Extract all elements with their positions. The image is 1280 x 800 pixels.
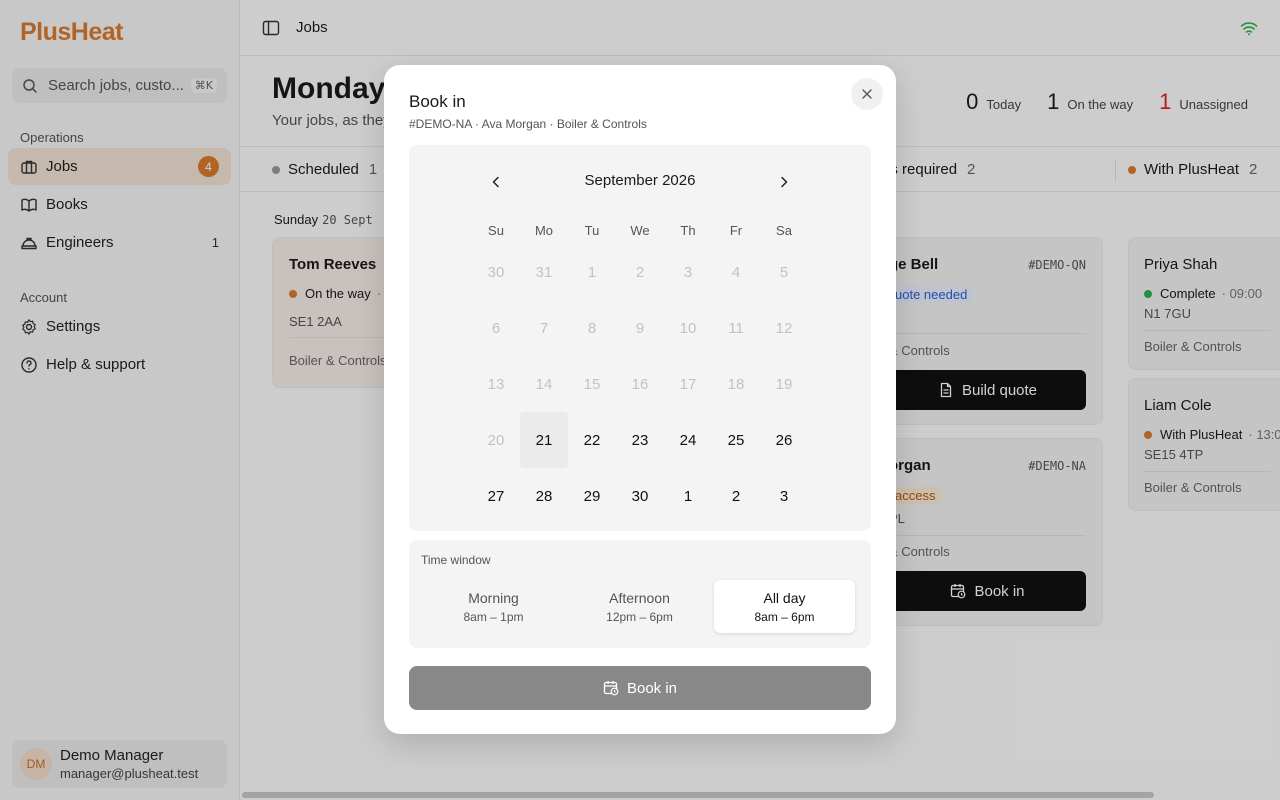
- time-option-all-day[interactable]: All day 8am – 6pm: [714, 580, 855, 633]
- calendar-day: 31: [535, 263, 553, 281]
- calendar-days: 30 31 1 2 3 4 5 6 7 8 9 10 11 12 13 14 15 16 17 18 19 20 21 22 2…: [472, 244, 808, 524]
- time-window: Time window Morning 8am – 1pm Afternoon …: [409, 540, 871, 648]
- calendar-day[interactable]: 25: [712, 412, 760, 468]
- calendar-day: 19: [775, 375, 793, 393]
- calendar-day: 13: [487, 375, 505, 393]
- close-icon: [862, 89, 872, 99]
- calendar-day[interactable]: 3: [760, 468, 808, 524]
- calendar-day: 16: [631, 375, 649, 393]
- calendar-day: 30: [487, 263, 505, 281]
- time-window-label: Time window: [421, 553, 491, 567]
- book-in-submit-button[interactable]: Book in: [409, 666, 871, 710]
- calendar-clock-icon: [603, 681, 619, 696]
- calendar-day: 7: [539, 319, 549, 337]
- calendar-day[interactable]: 27: [472, 468, 520, 524]
- chevron-right-icon: [781, 176, 788, 188]
- calendar-day: 3: [683, 263, 693, 281]
- calendar-day: 6: [491, 319, 501, 337]
- calendar-day: 17: [679, 375, 697, 393]
- calendar-day: 10: [679, 319, 697, 337]
- calendar-day[interactable]: 23: [616, 412, 664, 468]
- calendar-day: 20: [487, 431, 505, 449]
- calendar-day[interactable]: 2: [712, 468, 760, 524]
- button-label: Book in: [626, 679, 678, 697]
- calendar-month: September 2026: [584, 172, 696, 189]
- calendar-day[interactable]: 1: [664, 468, 712, 524]
- calendar: September 2026 Su Mo Tu We Th Fr Sa 30 31…: [409, 145, 871, 531]
- calendar-day[interactable]: 24: [664, 412, 712, 468]
- calendar-day: 2: [635, 263, 645, 281]
- calendar-day: 8: [587, 319, 597, 337]
- time-option-morning[interactable]: Morning 8am – 1pm: [423, 580, 564, 633]
- calendar-day[interactable]: 29: [568, 468, 616, 524]
- calendar-day: 11: [728, 319, 744, 337]
- calendar-day: 1: [587, 263, 597, 281]
- calendar-day: 4: [731, 263, 741, 281]
- calendar-day[interactable]: 26: [760, 412, 808, 468]
- time-option-afternoon[interactable]: Afternoon 12pm – 6pm: [569, 580, 710, 633]
- book-in-dialog: Book in #DEMO-NA · Ava Morgan · Boiler &…: [384, 65, 896, 734]
- next-month-button[interactable]: [772, 170, 796, 194]
- calendar-day: 9: [635, 319, 645, 337]
- time-option-range: 12pm – 6pm: [606, 609, 673, 624]
- time-option-range: 8am – 1pm: [463, 609, 524, 624]
- calendar-day: 5: [779, 263, 789, 281]
- time-option-range: 8am – 6pm: [754, 609, 815, 624]
- calendar-day[interactable]: 30: [616, 468, 664, 524]
- dialog-subtitle: #DEMO-NA · Ava Morgan · Boiler & Control…: [409, 117, 647, 131]
- close-button[interactable]: [851, 78, 883, 110]
- dialog-title: Book in: [409, 92, 466, 111]
- calendar-day: 18: [727, 375, 745, 393]
- time-option-name: Afternoon: [609, 589, 670, 606]
- calendar-day: 14: [535, 375, 553, 393]
- time-option-name: All day: [763, 589, 806, 606]
- calendar-day[interactable]: 28: [520, 468, 568, 524]
- calendar-day: 12: [775, 319, 793, 337]
- calendar-day[interactable]: 21: [520, 412, 568, 468]
- calendar-day[interactable]: 22: [568, 412, 616, 468]
- time-option-name: Morning: [468, 589, 519, 606]
- calendar-day: 15: [583, 375, 601, 393]
